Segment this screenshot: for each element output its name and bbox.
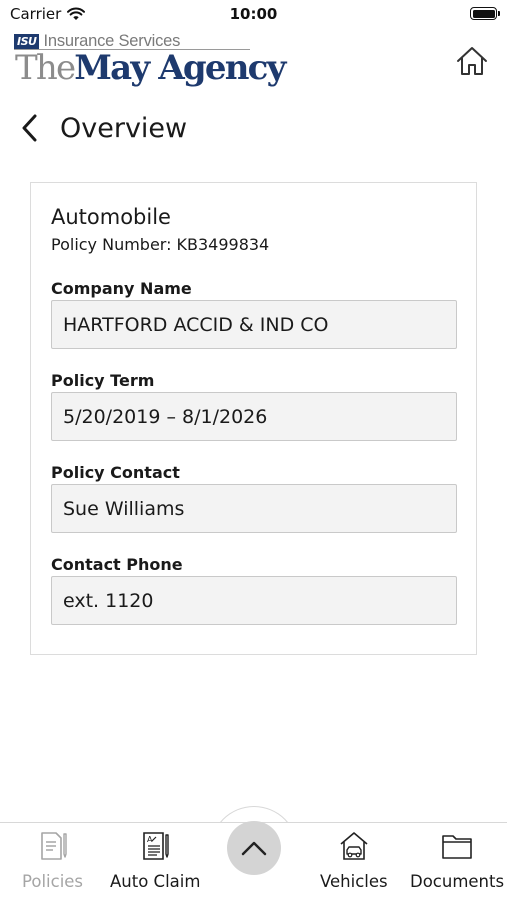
home-icon (457, 47, 487, 75)
contact-phone-label: Contact Phone (51, 555, 183, 574)
expand-menu-button[interactable] (227, 821, 281, 875)
agency-logo: ISU Insurance Services TheMay Agency (14, 32, 286, 94)
tab-auto-claim-label: Auto Claim (110, 872, 201, 891)
tab-documents[interactable]: Documents (410, 828, 504, 891)
policy-card: Automobile Policy Number: KB3499834 Comp… (30, 182, 477, 655)
vehicles-icon (337, 828, 371, 864)
logo-agency-name: May Agency (74, 48, 286, 88)
logo-wordmark: TheMay Agency (15, 48, 286, 88)
logo-the: The (15, 48, 76, 88)
policies-icon (36, 828, 70, 864)
page-title: Overview (60, 112, 188, 144)
back-button[interactable] (20, 108, 50, 148)
policy-contact-label: Policy Contact (51, 463, 180, 482)
company-name-label: Company Name (51, 279, 192, 298)
status-bar: Carrier 10:00 (0, 0, 507, 28)
home-button[interactable] (455, 44, 489, 78)
tab-policies-label: Policies (22, 872, 84, 891)
battery-icon (470, 7, 500, 20)
folder-icon (440, 828, 474, 864)
policy-type: Automobile (51, 205, 171, 229)
company-name-field[interactable]: HARTFORD ACCID & IND CO (51, 300, 457, 349)
policy-contact-field[interactable]: Sue Williams (51, 484, 457, 533)
chevron-up-icon (241, 841, 267, 856)
page-header: Overview (20, 108, 187, 148)
chevron-left-icon (22, 114, 37, 142)
tab-vehicles-label: Vehicles (320, 872, 388, 891)
auto-claim-icon: A (138, 828, 172, 864)
svg-text:A: A (147, 835, 153, 844)
contact-phone-field[interactable]: ext. 1120 (51, 576, 457, 625)
tab-documents-label: Documents (410, 872, 505, 891)
policy-term-field[interactable]: 5/20/2019 – 8/1/2026 (51, 392, 457, 441)
tab-vehicles[interactable]: Vehicles (320, 828, 388, 891)
tab-auto-claim[interactable]: A Auto Claim (110, 828, 200, 891)
policy-number-value: KB3499834 (176, 235, 270, 254)
tab-policies[interactable]: Policies (22, 828, 83, 891)
policy-term-label: Policy Term (51, 371, 155, 390)
logo-badge: ISU (14, 33, 40, 49)
policy-number: Policy Number: KB3499834 (51, 235, 269, 254)
status-time: 10:00 (229, 5, 278, 23)
policy-number-label: Policy Number: (51, 235, 172, 254)
